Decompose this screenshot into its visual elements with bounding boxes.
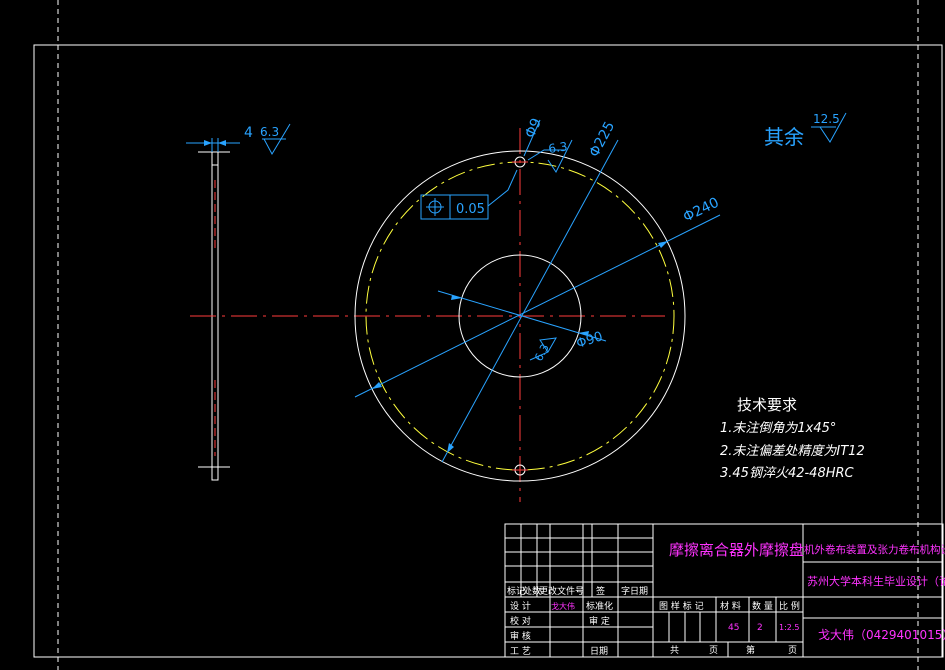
thickness-dim-text: 4 xyxy=(244,125,253,141)
rev-header: 更改文件号 xyxy=(539,585,584,597)
page-label: 页 xyxy=(788,645,797,656)
tech-req-item: 3.45钢淬火42-48HRC xyxy=(720,466,855,481)
designer-name: 戈大伟 xyxy=(551,601,575,611)
std-label: 标准化 xyxy=(586,600,613,612)
sheet-border xyxy=(33,44,943,658)
outer-dia-text: Φ240 xyxy=(681,195,722,226)
hole-dia-text: Φ9 xyxy=(522,116,545,141)
remaining-roughness-value: 12.5 xyxy=(813,112,840,126)
date-label: 日期 xyxy=(590,646,608,657)
scale-value: 1:2.5 xyxy=(779,623,800,632)
rev-header: 签 xyxy=(596,585,605,597)
front-view xyxy=(190,128,686,502)
mid-header: 比 例 xyxy=(779,600,800,612)
page-label: 页 xyxy=(709,645,718,656)
sheet-label: 第 xyxy=(746,644,755,656)
mid-header: 图 样 标 记 xyxy=(659,600,704,612)
hole-roughness-value: 6.3 xyxy=(547,139,568,156)
quantity-value: 2 xyxy=(757,623,763,633)
project-title: 机外卷布装置及张力卷布机构设计 xyxy=(804,543,945,556)
row-label: 设 计 xyxy=(510,600,531,612)
dimension-lines xyxy=(354,119,721,463)
row-label: 工 艺 xyxy=(510,646,531,657)
school-label: 苏州大学本科生毕业设计（论文） xyxy=(807,574,945,588)
cad-drawing: 4 6.3 Φ9 6.3 Φ225 Φ240 Φ90 6.3 0.05 其余 1… xyxy=(33,0,945,670)
review-label: 审 定 xyxy=(589,615,610,627)
row-label: 审 核 xyxy=(510,630,531,642)
tolerance-leader xyxy=(487,169,518,207)
mid-header: 数 量 xyxy=(752,600,773,612)
part-title: 摩擦离合器外摩擦盘 xyxy=(669,541,804,559)
total-label: 共 xyxy=(670,645,679,656)
material-value: 45 xyxy=(728,623,739,633)
rev-header: 字日期 xyxy=(621,585,648,597)
side-view xyxy=(186,138,240,481)
author-label: 戈大伟（0429401015） xyxy=(818,628,945,642)
row-label: 校 对 xyxy=(510,615,531,627)
tech-req-title: 技术要求 xyxy=(737,396,797,414)
pitch-dia-text: Φ225 xyxy=(586,119,618,160)
inner-roughness-value: 6.3 xyxy=(532,342,552,364)
tech-req-item: 1.未注倒角为1x45° xyxy=(720,421,836,436)
pitch-dia-line xyxy=(441,139,619,463)
mid-header: 材 料 xyxy=(720,600,741,612)
tech-req-item: 2.未注偏差处精度为IT12 xyxy=(720,444,865,459)
position-tolerance-value: 0.05 xyxy=(456,202,485,217)
side-roughness-value: 6.3 xyxy=(260,125,279,139)
remaining-roughness-label: 其余 xyxy=(764,125,804,149)
